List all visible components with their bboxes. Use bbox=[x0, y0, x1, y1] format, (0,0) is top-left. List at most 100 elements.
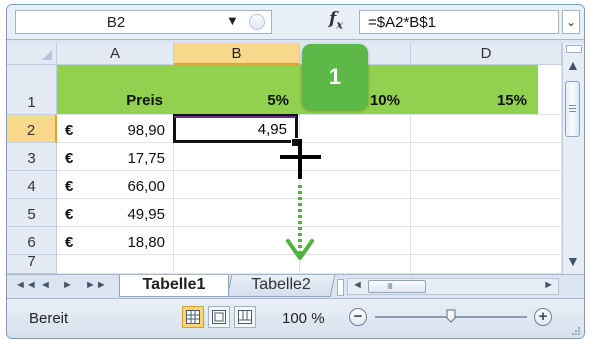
cell-d1-value: 15% bbox=[496, 92, 527, 109]
cell-d2[interactable] bbox=[411, 115, 562, 143]
currency-symbol: € bbox=[65, 206, 74, 223]
chevron-down-icon[interactable]: ▼ bbox=[226, 13, 239, 28]
row-header-5[interactable]: 5 bbox=[7, 199, 57, 227]
currency-symbol: € bbox=[65, 234, 74, 251]
cell-d7[interactable] bbox=[411, 255, 562, 274]
row-number: 5 bbox=[27, 206, 36, 223]
row-number: 2 bbox=[26, 122, 36, 139]
first-sheet-icon[interactable]: ◄◄ bbox=[15, 279, 37, 291]
cell-b5[interactable] bbox=[174, 199, 300, 227]
grid-view-icon bbox=[186, 310, 200, 324]
cell-a2[interactable]: €98,90 bbox=[57, 115, 174, 143]
cell-d5[interactable] bbox=[411, 199, 562, 227]
cell-a1-value: Preis bbox=[126, 92, 163, 109]
tab-tabelle2[interactable]: Tabelle2 bbox=[226, 275, 336, 297]
row-number: 4 bbox=[27, 178, 36, 195]
cell-c1-value: 10% bbox=[369, 92, 400, 109]
row-header-4[interactable]: 4 bbox=[7, 171, 57, 199]
worksheet-grid[interactable]: A B C D 1 2 3 4 5 6 7 Preis 5% 10% 15% €… bbox=[7, 43, 562, 274]
row-header-6[interactable]: 6 bbox=[7, 227, 57, 255]
cell-d6[interactable] bbox=[411, 227, 562, 255]
sheet-tab-bar: ◄◄ ◄ ► ►► Tabelle2 Tabelle1 ◄ IIII ► bbox=[7, 274, 584, 299]
next-sheet-icon[interactable]: ► bbox=[62, 279, 73, 291]
scroll-down-icon[interactable]: ▼ bbox=[566, 253, 580, 269]
excel-window: B2 ▼ fx =$A2*B$1 ⌄ A B C D 1 2 3 4 5 6 7… bbox=[0, 0, 590, 340]
vertical-scroll-thumb[interactable] bbox=[565, 81, 580, 137]
zoom-level[interactable]: 100 % bbox=[282, 310, 325, 327]
cell-d1[interactable]: 15% bbox=[411, 65, 538, 115]
column-header-b[interactable]: B bbox=[174, 43, 300, 65]
previous-sheet-icon[interactable]: ◄ bbox=[40, 279, 51, 291]
cell-d4[interactable] bbox=[411, 171, 562, 199]
row-number: 1 bbox=[27, 94, 36, 111]
vertical-scrollbar[interactable]: ▲ ▼ bbox=[562, 43, 584, 274]
tab-label: Tabelle2 bbox=[251, 276, 312, 293]
drag-down-arrow-icon bbox=[286, 185, 314, 260]
row-number: 6 bbox=[27, 234, 36, 251]
cell-a4[interactable]: €66,00 bbox=[57, 171, 174, 199]
currency-symbol: € bbox=[65, 178, 74, 195]
resize-grip-icon[interactable] bbox=[571, 326, 581, 336]
tab-tabelle1[interactable]: Tabelle1 bbox=[119, 275, 229, 297]
split-box[interactable] bbox=[566, 45, 582, 53]
column-header-a[interactable]: A bbox=[57, 43, 174, 65]
row-header-1[interactable]: 1 bbox=[7, 65, 57, 115]
horizontal-scroll-thumb[interactable]: IIII bbox=[368, 280, 426, 293]
column-header-d[interactable]: D bbox=[411, 43, 562, 65]
price-value: 66,00 bbox=[127, 178, 165, 195]
zoom-out-button[interactable]: − bbox=[349, 308, 367, 326]
cell-c6[interactable] bbox=[300, 227, 411, 255]
page-break-icon bbox=[238, 310, 252, 324]
zoom-in-button[interactable]: + bbox=[534, 308, 552, 326]
zoom-slider-thumb[interactable] bbox=[446, 309, 456, 323]
name-box-resize-handle[interactable] bbox=[249, 14, 265, 30]
cell-c7[interactable] bbox=[300, 255, 411, 274]
cell-e1[interactable] bbox=[538, 65, 562, 115]
status-bar: Bereit 100 % − + bbox=[7, 298, 584, 338]
cell-c5[interactable] bbox=[300, 199, 411, 227]
step-badge: 1 bbox=[302, 44, 368, 110]
formula-reference-highlight bbox=[174, 116, 296, 118]
fill-cursor-crosshair-icon bbox=[280, 139, 321, 179]
row-header-7[interactable]: 7 bbox=[7, 253, 57, 274]
scroll-up-icon[interactable]: ▲ bbox=[566, 57, 580, 73]
price-value: 17,75 bbox=[127, 150, 165, 167]
horizontal-scrollbar[interactable]: ◄ IIII ► bbox=[347, 278, 559, 295]
tab-split-handle[interactable] bbox=[337, 279, 344, 296]
row-header-2[interactable]: 2 bbox=[7, 115, 57, 143]
formula-bar: B2 ▼ fx =$A2*B$1 ⌄ bbox=[7, 5, 584, 40]
price-value: 49,95 bbox=[127, 206, 165, 223]
expand-formula-bar-button[interactable]: ⌄ bbox=[562, 10, 580, 34]
cell-a1[interactable]: Preis bbox=[57, 65, 174, 115]
insert-function-button[interactable]: fx bbox=[329, 9, 343, 31]
last-sheet-icon[interactable]: ►► bbox=[85, 279, 107, 291]
select-all-button[interactable] bbox=[7, 43, 57, 65]
name-box[interactable]: B2 ▼ bbox=[15, 10, 272, 34]
price-value: 18,80 bbox=[127, 234, 165, 251]
scroll-left-icon[interactable]: ◄ bbox=[352, 279, 363, 291]
row-number: 3 bbox=[27, 150, 36, 167]
row-number: 7 bbox=[27, 253, 36, 270]
cell-b6[interactable] bbox=[174, 227, 300, 255]
cell-b1-value: 5% bbox=[267, 92, 289, 109]
cell-d3[interactable] bbox=[411, 143, 562, 171]
page-break-view-button[interactable] bbox=[234, 306, 256, 328]
cell-a5[interactable]: €49,95 bbox=[57, 199, 174, 227]
name-box-value: B2 bbox=[106, 14, 126, 31]
currency-symbol: € bbox=[65, 150, 74, 167]
page-layout-view-button[interactable] bbox=[208, 306, 230, 328]
spreadsheet-frame: B2 ▼ fx =$A2*B$1 ⌄ A B C D 1 2 3 4 5 6 7… bbox=[6, 4, 585, 339]
select-all-triangle-icon bbox=[42, 50, 52, 60]
cell-b7[interactable] bbox=[174, 255, 300, 274]
page-layout-icon bbox=[212, 310, 226, 324]
normal-view-button[interactable] bbox=[182, 306, 204, 328]
cell-a7[interactable] bbox=[57, 255, 174, 274]
cell-a3[interactable]: €17,75 bbox=[57, 143, 174, 171]
row-header-3[interactable]: 3 bbox=[7, 143, 57, 171]
scroll-right-icon[interactable]: ► bbox=[543, 279, 554, 291]
cell-a6[interactable]: €18,80 bbox=[57, 227, 174, 255]
currency-symbol: € bbox=[65, 122, 74, 139]
active-cell-value: 4,95 bbox=[257, 121, 287, 138]
cell-b1[interactable]: 5% bbox=[174, 65, 300, 115]
formula-input[interactable]: =$A2*B$1 bbox=[359, 10, 559, 34]
